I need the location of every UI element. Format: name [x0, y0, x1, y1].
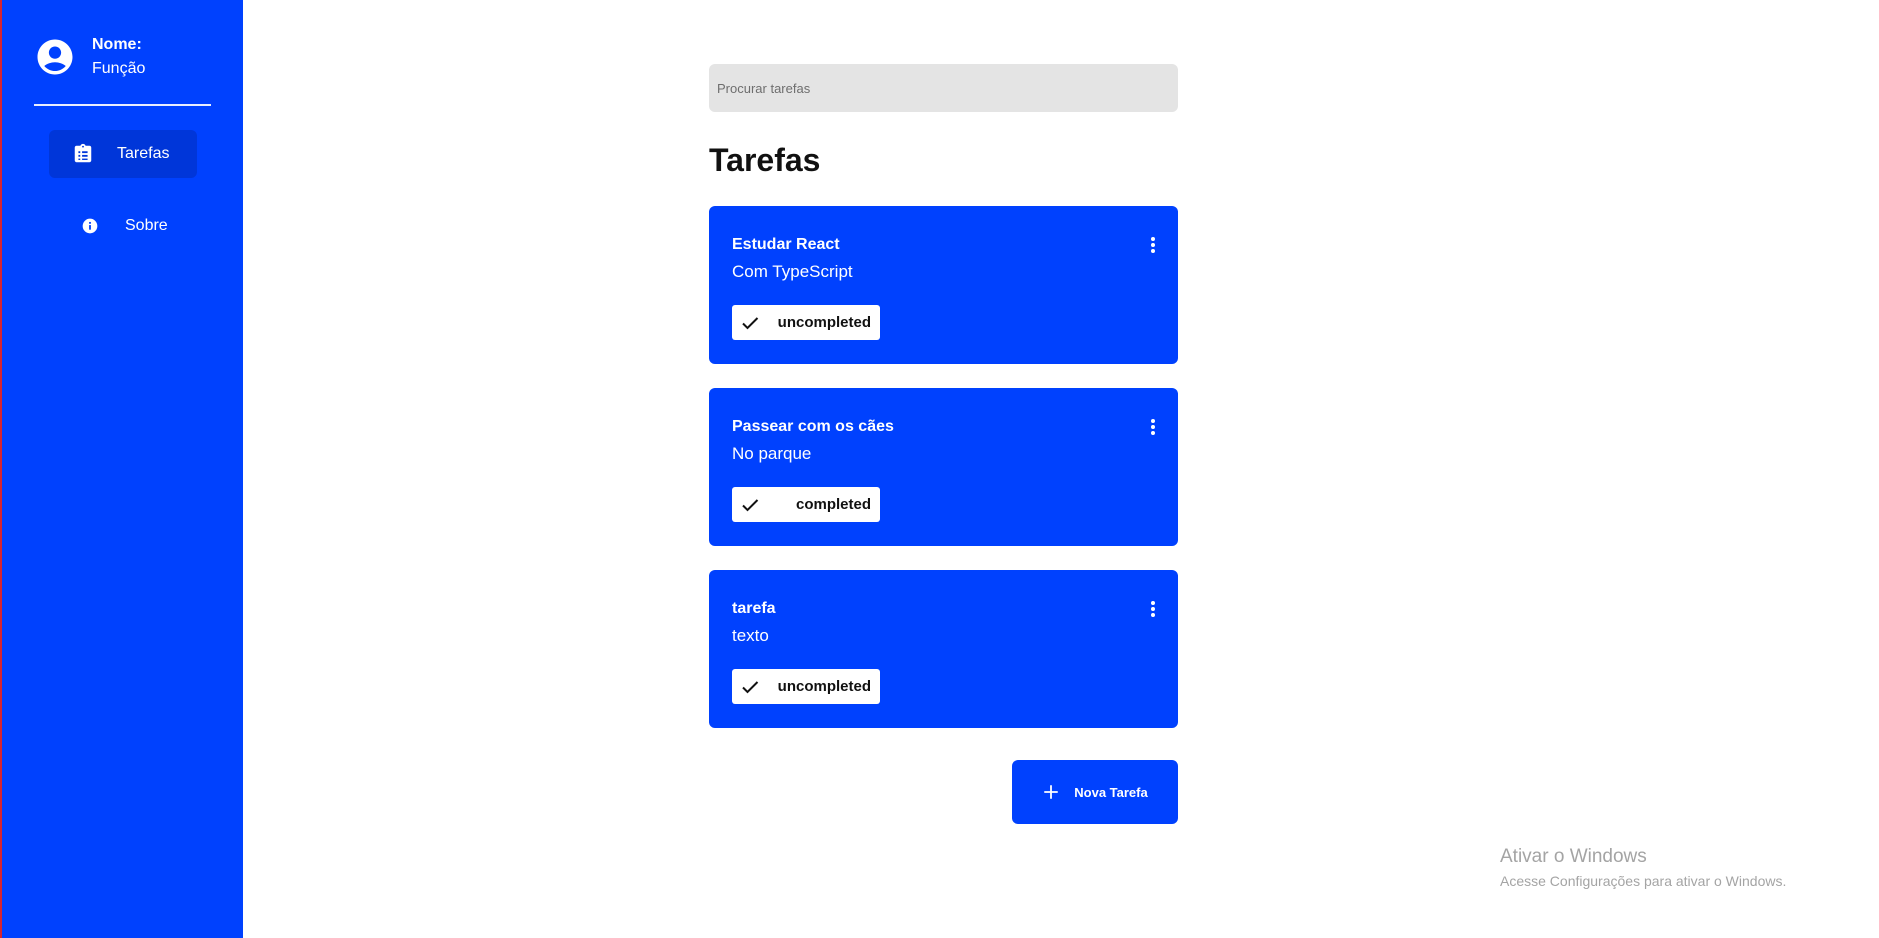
account-circle-icon [37, 39, 73, 75]
profile-text: Nome: Função [92, 33, 145, 81]
windows-activation-watermark: Ativar o Windows Acesse Configurações pa… [1500, 845, 1786, 891]
sidebar-item-sobre[interactable]: Sobre [49, 202, 197, 250]
sidebar-divider [34, 104, 211, 106]
new-task-label: Nova Tarefa [1074, 784, 1148, 800]
task-title: Estudar React [732, 236, 840, 253]
task-status-button[interactable]: uncompleted [732, 669, 880, 704]
page-title: Tarefas [709, 142, 821, 178]
task-description: Com TypeScript [732, 262, 853, 281]
sidebar-item-label: Tarefas [117, 145, 170, 162]
task-title: Passear com os cães [732, 418, 894, 435]
task-card: tarefa texto uncompleted [709, 570, 1178, 728]
watermark-subtitle: Acesse Configurações para ativar o Windo… [1500, 873, 1787, 889]
task-status-label: uncompleted [777, 314, 871, 331]
sidebar-edge [0, 0, 2, 938]
task-status-label: completed [795, 496, 871, 513]
search-input[interactable] [709, 64, 1178, 112]
task-description: texto [732, 626, 769, 645]
more-vertical-icon[interactable] [1148, 598, 1158, 620]
task-card: Passear com os cães No parque completed [709, 388, 1178, 546]
task-card: Estudar React Com TypeScript uncompleted [709, 206, 1178, 364]
task-title: tarefa [732, 600, 776, 617]
task-status-label: uncompleted [777, 678, 871, 695]
more-vertical-icon[interactable] [1148, 416, 1158, 438]
task-status-button[interactable]: completed [732, 487, 880, 522]
more-vertical-icon[interactable] [1148, 234, 1158, 256]
profile-role: Função [92, 60, 146, 77]
sidebar: Nome: Função Tarefas Sobre [0, 0, 243, 938]
clipboard-list-icon [74, 143, 92, 163]
check-icon [742, 498, 759, 511]
check-icon [742, 680, 759, 693]
task-list: Estudar React Com TypeScript uncompleted… [709, 206, 1178, 752]
task-description: No parque [732, 444, 812, 463]
sidebar-item-label: Sobre [125, 217, 168, 234]
sidebar-item-tarefas[interactable]: Tarefas [49, 130, 197, 178]
watermark-title: Ativar o Windows [1500, 846, 1647, 867]
plus-icon [1044, 785, 1059, 799]
info-icon [82, 218, 98, 234]
profile-name: Nome: [92, 36, 142, 53]
check-icon [742, 316, 759, 329]
task-status-button[interactable]: uncompleted [732, 305, 880, 340]
new-task-button[interactable]: Nova Tarefa [1012, 760, 1178, 824]
user-profile: Nome: Função [34, 33, 145, 81]
